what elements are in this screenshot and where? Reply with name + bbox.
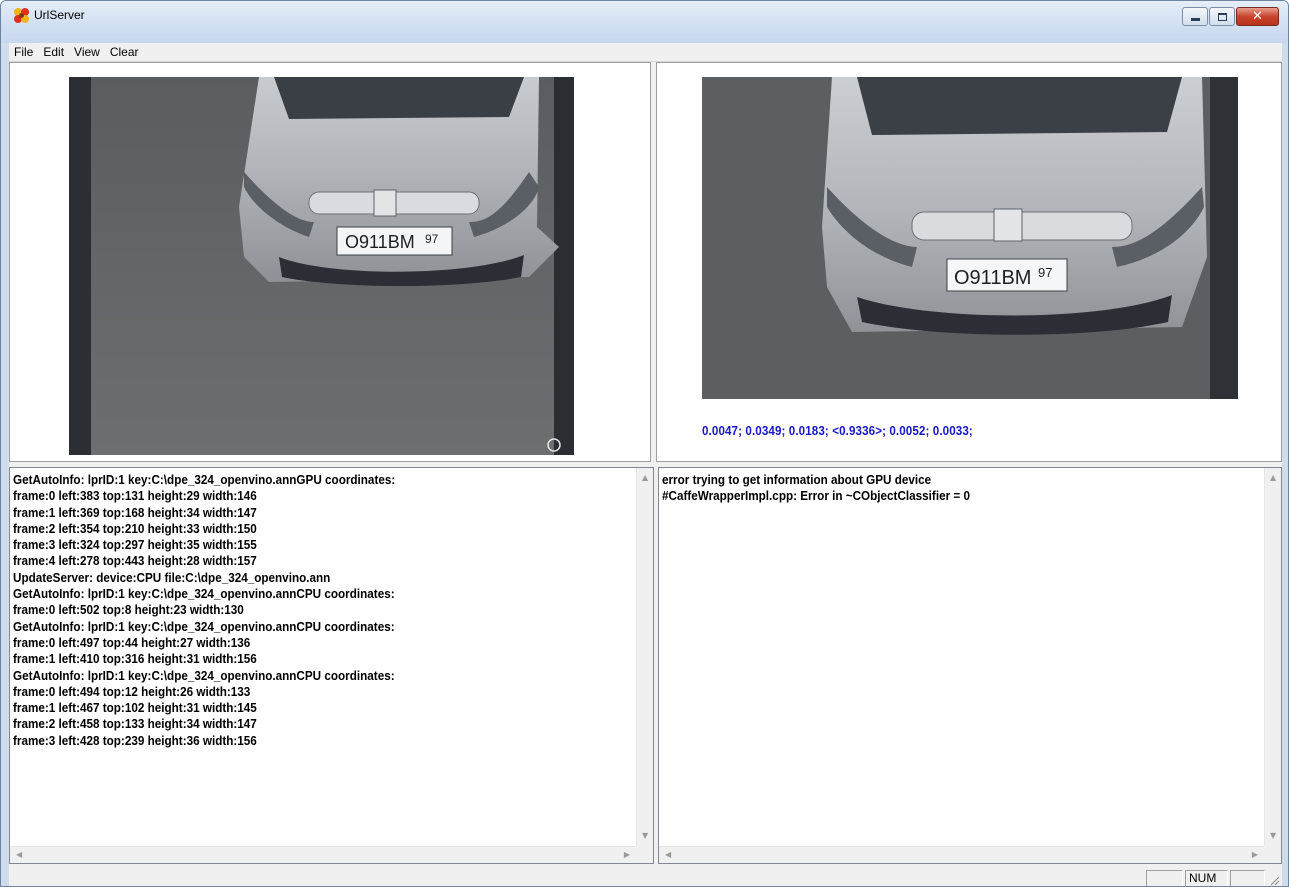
log-line: frame:4 left:278 top:443 height:28 width…: [13, 553, 257, 569]
log-line: GetAutoInfo: lprID:1 key:C:\dpe_324_open…: [13, 472, 396, 487]
close-icon: ✕: [1252, 9, 1263, 24]
log-line: frame:2 left:354 top:210 height:33 width…: [13, 520, 257, 536]
log-line: frame:3 left:324 top:297 height:35 width…: [13, 537, 257, 553]
right-log-content: error trying to get information about GP…: [662, 472, 1201, 843]
status-panel-empty: [1146, 870, 1183, 886]
left-log-content: GetAutoInfo: lprID:1 key:C:\dpe_324_open…: [13, 472, 571, 843]
plate-region: 97: [1038, 265, 1052, 280]
log-line: error trying to get information about GP…: [662, 472, 932, 487]
maximize-icon: [1217, 12, 1227, 21]
scroll-left-icon[interactable]: ◀: [665, 851, 671, 859]
menu-edit[interactable]: Edit: [38, 43, 69, 62]
log-line: GetAutoInfo: lprID:1 key:C:\dpe_324_open…: [13, 667, 395, 683]
plate-number: O911BM: [345, 232, 415, 252]
source-image-pane: O911BM 97: [9, 62, 651, 462]
log-line: frame:2 left:458 top:133 height:34 width…: [13, 716, 257, 732]
caption-buttons: ✕: [1181, 7, 1279, 27]
log-line: #CaffeWrapperImpl.cpp: Error in ~CObject…: [662, 488, 970, 504]
status-num-indicator: NUM: [1185, 870, 1228, 886]
log-line: frame:3 left:428 top:239 height:36 width…: [13, 732, 257, 748]
log-line: UpdateServer: device:CPU file:C:\dpe_324…: [13, 569, 331, 585]
menu-file[interactable]: File: [9, 43, 38, 62]
car-photo-graphic: O911BM 97: [69, 77, 574, 455]
scroll-up-icon[interactable]: ▲: [1270, 474, 1276, 482]
scroll-right-icon[interactable]: ▶: [624, 851, 630, 859]
scroll-down-icon[interactable]: ▼: [642, 832, 648, 840]
classifier-scores: 0.0047; 0.0349; 0.0183; <0.9336>; 0.0052…: [702, 424, 973, 438]
right-log-textbox[interactable]: error trying to get information about GP…: [658, 467, 1282, 864]
car-crop-graphic: O911BM 97: [702, 77, 1238, 399]
scroll-corner: [636, 846, 653, 863]
scroll-down-icon[interactable]: ▼: [1270, 832, 1276, 840]
close-button[interactable]: ✕: [1236, 7, 1279, 26]
left-vertical-scrollbar[interactable]: ▲ ▼: [636, 468, 653, 846]
menu-clear[interactable]: Clear: [105, 43, 144, 62]
cropped-car-photo: O911BM 97: [702, 77, 1238, 399]
source-car-photo: O911BM 97: [69, 77, 574, 455]
menu-bar: File Edit View Clear: [9, 43, 1282, 62]
cropped-image-pane: O911BM 97 0.0047; 0.0349; 0.0183; <0.933…: [656, 62, 1282, 462]
window-title: UrlServer: [34, 8, 85, 22]
scroll-right-icon[interactable]: ▶: [1252, 851, 1258, 859]
status-panel-scroll: [1230, 870, 1265, 886]
title-bar[interactable]: UrlServer ✕: [1, 1, 1288, 43]
status-bar: NUM: [9, 869, 1282, 886]
menu-view[interactable]: View: [69, 43, 105, 62]
scroll-left-icon[interactable]: ◀: [16, 851, 22, 859]
left-horizontal-scrollbar[interactable]: ◀ ▶: [10, 846, 636, 863]
minimize-button[interactable]: [1182, 7, 1208, 26]
main-window: UrlServer ✕ File Edit View Clear O911BM …: [0, 0, 1289, 887]
log-line: GetAutoInfo: lprID:1 key:C:\dpe_324_open…: [13, 586, 395, 602]
plate-region: 97: [425, 232, 439, 246]
app-icon: [14, 8, 29, 23]
log-line: frame:1 left:410 top:316 height:31 width…: [13, 651, 257, 667]
client-area: O911BM 97 O911BM 97 0.0047; 0.0349; 0.01…: [9, 62, 1282, 869]
resize-grip-icon[interactable]: [1268, 874, 1280, 886]
log-line: frame:1 left:467 top:102 height:31 width…: [13, 700, 257, 716]
log-line: frame:0 left:494 top:12 height:26 width:…: [13, 683, 251, 699]
log-line: frame:1 left:369 top:168 height:34 width…: [13, 504, 257, 520]
log-line: frame:0 left:383 top:131 height:29 width…: [13, 488, 257, 504]
minimize-icon: [1190, 18, 1200, 21]
plate-number: O911BM: [954, 267, 1031, 289]
log-line: frame:0 left:497 top:44 height:27 width:…: [13, 634, 251, 650]
maximize-button[interactable]: [1209, 7, 1235, 26]
left-log-textbox[interactable]: GetAutoInfo: lprID:1 key:C:\dpe_324_open…: [9, 467, 654, 864]
log-line: frame:0 left:502 top:8 height:23 width:1…: [13, 602, 244, 618]
scroll-up-icon[interactable]: ▲: [642, 474, 648, 482]
scroll-corner: [1264, 846, 1281, 863]
right-vertical-scrollbar[interactable]: ▲ ▼: [1264, 468, 1281, 846]
log-line: GetAutoInfo: lprID:1 key:C:\dpe_324_open…: [13, 618, 395, 634]
right-horizontal-scrollbar[interactable]: ◀ ▶: [659, 846, 1264, 863]
